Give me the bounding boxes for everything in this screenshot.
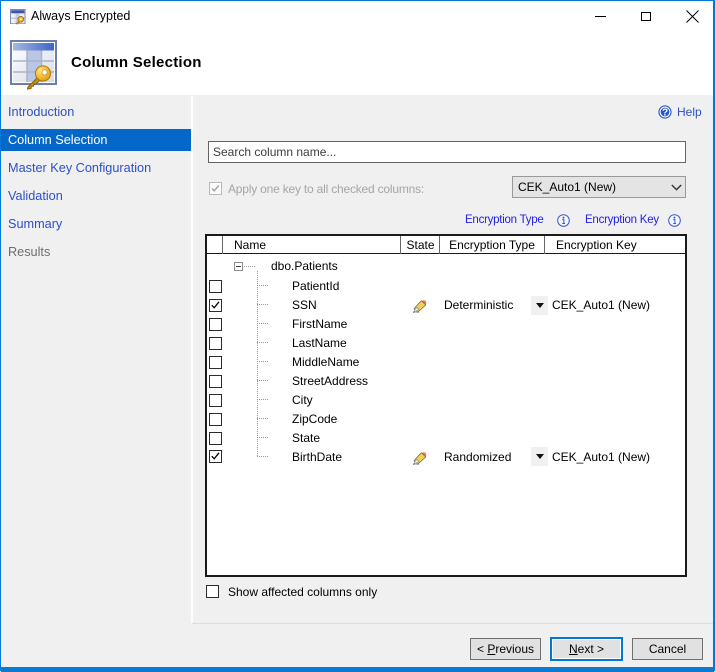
svg-text:?: ? [662,108,668,119]
